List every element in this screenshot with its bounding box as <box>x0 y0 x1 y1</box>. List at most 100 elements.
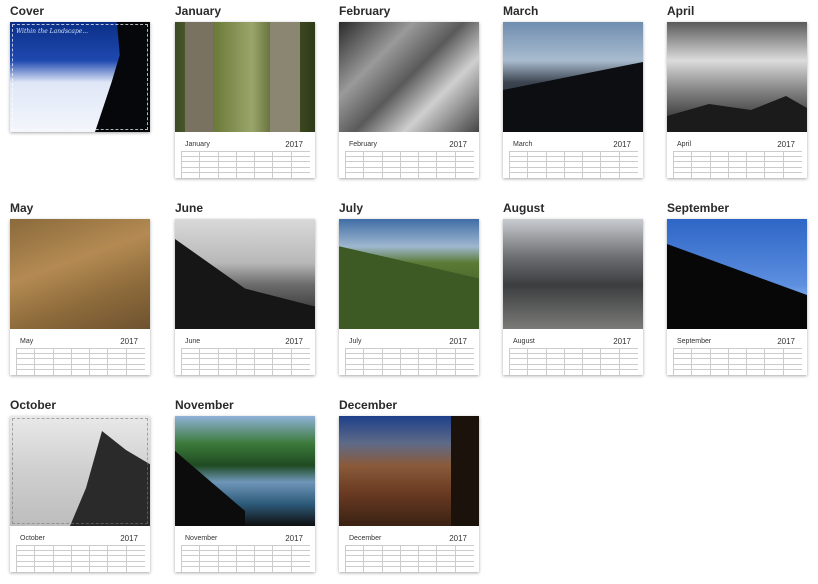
calendar-cell <box>782 368 802 375</box>
cliff-silhouette <box>95 22 150 132</box>
calendar-grid: October 2017 <box>16 531 145 572</box>
month-thumbnail[interactable]: March 2017 <box>503 22 643 178</box>
month-photo <box>339 219 479 329</box>
calendar-cell <box>199 565 219 572</box>
calendar-cell <box>125 368 145 375</box>
calendar-cell <box>454 368 474 375</box>
calendar-cell <box>345 368 365 375</box>
day-table <box>673 348 802 375</box>
year-label: 2017 <box>777 140 795 149</box>
page-title: October <box>10 398 57 412</box>
calendar-grid: May 2017 <box>16 334 145 375</box>
calendar-cell <box>782 171 802 178</box>
calendar-grid: November 2017 <box>181 531 310 572</box>
calendar-grid: December 2017 <box>345 531 474 572</box>
day-table <box>509 151 638 178</box>
calendar-cell <box>381 171 401 178</box>
calendar-cell <box>254 368 274 375</box>
calendar-cell <box>181 368 201 375</box>
calendar-cell <box>34 368 54 375</box>
year-label: 2017 <box>120 337 138 346</box>
calendar-cell <box>418 565 438 572</box>
page-title: May <box>10 201 34 215</box>
month-thumbnail[interactable]: October 2017 <box>10 416 150 572</box>
month-photo <box>10 416 150 526</box>
page-title: June <box>175 201 204 215</box>
month-thumbnail[interactable]: June 2017 <box>175 219 315 375</box>
month-label: July <box>349 338 362 345</box>
page-title: July <box>339 201 364 215</box>
day-table <box>345 348 474 375</box>
month-photo <box>339 22 479 132</box>
month-photo <box>503 219 643 329</box>
calendar-cell <box>764 368 784 375</box>
day-table <box>673 151 802 178</box>
month-photo <box>503 22 643 132</box>
calendar-grid: January 2017 <box>181 137 310 178</box>
calendar-cell <box>235 368 256 375</box>
day-table <box>181 348 310 375</box>
calendar-cell <box>709 171 729 178</box>
year-label: 2017 <box>449 337 467 346</box>
calendar-cell <box>381 565 401 572</box>
calendar-cell <box>418 171 438 178</box>
month-photo <box>667 22 807 132</box>
calendar-grid: March 2017 <box>509 137 638 178</box>
day-table <box>509 348 638 375</box>
calendar-cell <box>618 171 638 178</box>
calendar-cell <box>235 565 256 572</box>
year-label: 2017 <box>120 534 138 543</box>
day-table <box>16 348 145 375</box>
cover-thumbnail[interactable]: Within the Landscape... <box>10 22 150 132</box>
month-thumbnail[interactable]: November 2017 <box>175 416 315 572</box>
calendar-grid: September 2017 <box>673 334 802 375</box>
calendar-cell <box>691 368 711 375</box>
calendar-cell <box>272 171 292 178</box>
calendar-cell <box>545 171 565 178</box>
calendar-cell <box>272 565 292 572</box>
calendar-cell <box>399 171 420 178</box>
calendar-cell <box>582 368 602 375</box>
year-label: 2017 <box>285 337 303 346</box>
page-title: December <box>339 398 398 412</box>
month-label: October <box>20 535 45 542</box>
month-photo <box>175 416 315 526</box>
calendar-cell <box>290 171 310 178</box>
calendar-cell <box>70 368 91 375</box>
month-thumbnail[interactable]: February 2017 <box>339 22 479 178</box>
calendar-cell <box>217 368 237 375</box>
cover-photo: Within the Landscape... <box>10 22 150 132</box>
calendar-cell <box>16 368 36 375</box>
calendar-cell <box>199 368 219 375</box>
month-photo <box>667 219 807 329</box>
calendar-cell <box>436 171 456 178</box>
month-thumbnail[interactable]: September 2017 <box>667 219 807 375</box>
calendar-cell <box>345 565 365 572</box>
calendar-cell <box>290 368 310 375</box>
calendar-cell <box>52 565 72 572</box>
page-title: September <box>667 201 730 215</box>
day-table <box>16 545 145 572</box>
page-title: February <box>339 4 391 18</box>
calendar-cell <box>509 368 529 375</box>
calendar-cell <box>727 171 748 178</box>
calendar-cell <box>345 171 365 178</box>
month-label: August <box>513 338 535 345</box>
calendar-cell <box>509 171 529 178</box>
month-label: January <box>185 141 210 148</box>
month-thumbnail[interactable]: December 2017 <box>339 416 479 572</box>
month-photo <box>339 416 479 526</box>
calendar-cell <box>52 368 72 375</box>
calendar-cell <box>89 368 109 375</box>
calendar-cell <box>436 565 456 572</box>
month-thumbnail[interactable]: May 2017 <box>10 219 150 375</box>
calendar-cell <box>418 368 438 375</box>
year-label: 2017 <box>285 140 303 149</box>
month-thumbnail[interactable]: July 2017 <box>339 219 479 375</box>
month-thumbnail[interactable]: January 2017 <box>175 22 315 178</box>
day-table <box>181 151 310 178</box>
cover-tagline: Within the Landscape... <box>16 28 89 35</box>
month-thumbnail[interactable]: April 2017 <box>667 22 807 178</box>
page-title: March <box>503 4 539 18</box>
month-thumbnail[interactable]: August 2017 <box>503 219 643 375</box>
